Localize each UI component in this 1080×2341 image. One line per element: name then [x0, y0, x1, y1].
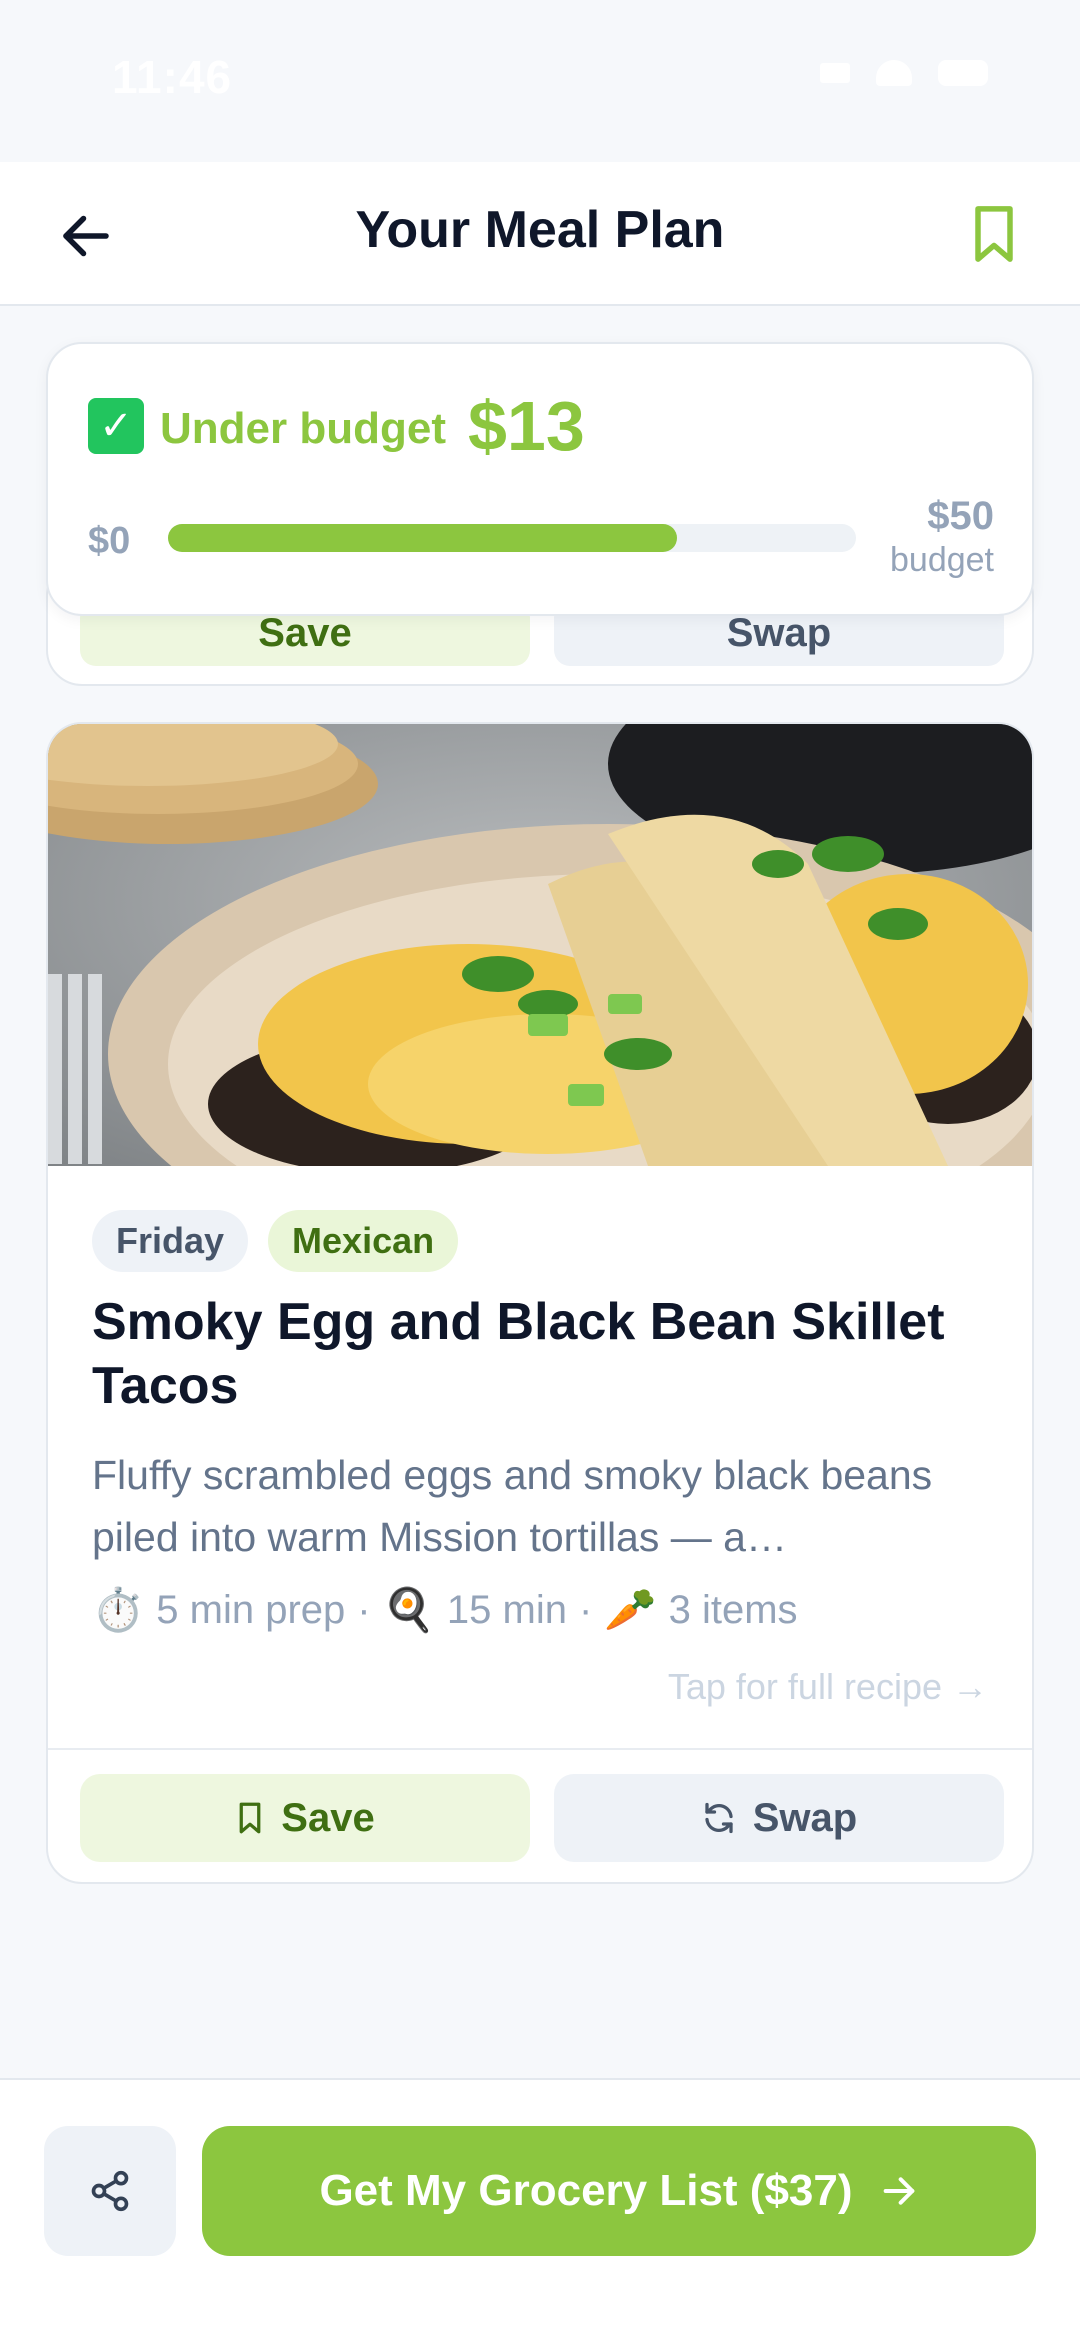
status-time: 11:46 — [112, 51, 233, 103]
grocery-list-label: Get My Grocery List ($37) — [319, 2166, 853, 2215]
refresh-icon — [705, 1802, 733, 1834]
share-button[interactable] — [44, 2126, 176, 2256]
share-icon — [91, 2170, 129, 2212]
swap-label: Swap — [752, 1795, 858, 1840]
wifi-icon — [876, 60, 912, 86]
cuisine-tag: Mexican — [268, 1210, 459, 1272]
status-bar: 11:46 — [0, 0, 1080, 162]
meal-title: Smoky Egg and Black Bean Skillet Tacos — [92, 1293, 945, 1415]
grocery-list-button[interactable]: Get My Grocery List ($37) — [202, 2126, 1036, 2256]
budget-max-amount: $50 — [927, 494, 994, 538]
meal-description: Fluffy scrambled eggs and smoky black be… — [92, 1452, 933, 1560]
meal-card[interactable]: Friday Mexican Smoky Egg and Black Bean … — [46, 722, 1034, 1884]
meal-photo — [48, 724, 1032, 1166]
meta-separator: · — [357, 1588, 371, 1632]
day-tag: Friday — [92, 1210, 249, 1272]
checkmark-icon: ✓ — [88, 398, 144, 454]
budget-min-label: $0 — [88, 520, 131, 562]
meal-meta: ⏱️ 5 min prep · 🍳 15 min · 🥕 3 items — [92, 1586, 798, 1635]
save-label: Save — [281, 1795, 375, 1840]
bottom-bar: Get My Grocery List ($37) — [0, 2078, 1080, 2341]
budget-status: ✓ Under budget $13 — [88, 386, 585, 466]
bookmark-button[interactable] — [966, 202, 1022, 266]
prep-time: 5 min prep — [156, 1588, 346, 1632]
bookmark-icon — [239, 1802, 261, 1834]
budget-progress-bar — [168, 524, 856, 552]
meal-tags: Friday Mexican — [92, 1210, 459, 1272]
budget-card: ✓ Under budget $13 $0 $50 budget — [46, 342, 1034, 616]
app-header: Your Meal Plan — [0, 162, 1080, 306]
save-button[interactable]: Save — [80, 1774, 530, 1862]
budget-progress-fill — [168, 524, 678, 552]
bookmark-icon — [975, 206, 1013, 262]
budget-status-label: Under budget — [160, 404, 446, 453]
carrot-icon: 🥕 — [604, 1586, 657, 1633]
budget-under-amount: $13 — [467, 387, 585, 465]
signal-icon — [820, 63, 850, 83]
battery-icon — [938, 60, 988, 86]
page-title: Your Meal Plan — [355, 201, 725, 259]
cook-time: 15 min — [446, 1588, 567, 1632]
status-icons — [820, 60, 988, 86]
arrow-right-icon — [883, 2177, 914, 2205]
budget-max-label: budget — [890, 541, 994, 579]
budget-max: $50 budget — [890, 494, 994, 580]
meta-separator: · — [578, 1588, 593, 1632]
full-recipe-link[interactable]: Tap for full recipe → — [668, 1666, 988, 1708]
swap-button[interactable]: Swap — [554, 1774, 1004, 1862]
frying-pan-icon: 🍳 — [382, 1586, 435, 1633]
divider — [48, 1748, 1032, 1750]
item-count: 3 items — [668, 1588, 798, 1632]
timer-icon: ⏱️ — [92, 1586, 145, 1633]
